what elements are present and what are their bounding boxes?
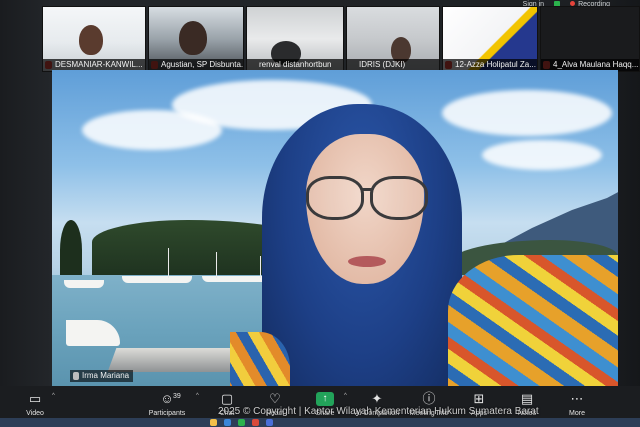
taskbar-app-icon[interactable]	[238, 419, 245, 426]
speaker-glasses	[300, 176, 434, 222]
apps-icon: ⊞	[473, 391, 485, 406]
background-boat	[122, 276, 192, 283]
active-speaker-name: Irma Mariana	[82, 371, 130, 380]
background-mast	[260, 256, 261, 278]
participant-tile[interactable]: renval distanhortbun	[246, 6, 344, 72]
participant-video	[79, 25, 103, 55]
notes-icon: ▤	[520, 391, 534, 406]
participant-tile[interactable]: Agustian, SP Disbunta...	[148, 6, 244, 72]
speaker-shirt	[448, 255, 618, 388]
participants-options-caret[interactable]: ^	[196, 393, 199, 399]
video-label: Video	[26, 410, 44, 417]
participant-tile[interactable]: IDRIS (DJKI)	[346, 6, 440, 72]
active-speaker-name-tag: Irma Mariana	[70, 370, 134, 382]
taskbar-app-icon[interactable]	[210, 419, 217, 426]
mic-icon	[73, 372, 79, 380]
participants-label: Participants	[148, 410, 186, 417]
os-taskbar	[0, 418, 640, 427]
participant-tile[interactable]: DESMANIAR-KANWIL...	[42, 6, 146, 72]
background-cloud	[442, 90, 612, 136]
share-options-caret[interactable]: ^	[344, 393, 347, 399]
ai-companion-icon: ✦	[371, 391, 383, 406]
recording-dot-icon	[570, 0, 576, 6]
speaker-lips	[348, 256, 386, 267]
participant-tile[interactable]: 4_Alva Maulana Haqq...	[540, 6, 640, 72]
background-mast	[216, 252, 217, 278]
participant-video	[179, 21, 207, 55]
video-options-caret[interactable]: ^	[52, 393, 55, 399]
participant-strip: DESMANIAR-KANWIL... Agustian, SP Disbunt…	[42, 6, 640, 74]
active-speaker-video[interactable]	[52, 70, 618, 388]
react-icon: ♡	[269, 391, 281, 406]
video-icon: ▭	[28, 391, 42, 406]
participant-tile[interactable]: 12-Azza Holipatul Za...	[442, 6, 538, 72]
glasses-lens	[306, 176, 364, 220]
taskbar-app-icon[interactable]	[266, 419, 273, 426]
glasses-lens	[370, 176, 428, 220]
info-icon: ⓘ	[422, 391, 436, 406]
taskbar-app-icon[interactable]	[224, 419, 231, 426]
background-mast	[168, 248, 169, 278]
share-icon: ↑	[316, 392, 334, 406]
background-cloud	[482, 140, 602, 170]
participants-count: 39	[173, 393, 181, 400]
more-label: More	[569, 410, 585, 417]
chat-icon: ▢	[220, 391, 234, 406]
taskbar-app-icon[interactable]	[252, 419, 259, 426]
background-boat	[64, 280, 104, 288]
more-icon: ⋯	[570, 391, 584, 406]
copyright-watermark: 2025 © Copyright | Kantor Wilayah Kement…	[218, 406, 539, 417]
background-tree	[60, 220, 82, 280]
